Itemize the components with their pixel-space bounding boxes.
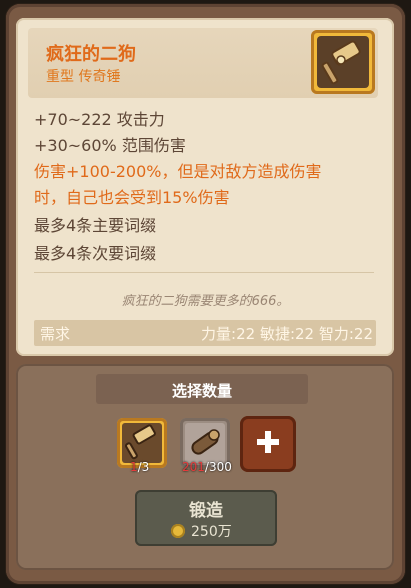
log-material-icon [185,423,225,463]
item-icon-frame[interactable] [311,30,375,94]
slot2-count: 201/300 [182,460,232,474]
stat-area-damage: +30~60% 范围伤害 [34,136,186,155]
forge-button-label: 锻造 [189,501,223,521]
select-quantity-label: 选择数量 [171,382,232,400]
item-name: 疯狂的二狗 [46,44,136,65]
stat-primary-affixes: 最多4条主要词缀 [34,216,157,235]
stat-special-line-2: 时，自己也会受到15%伤害 [34,188,230,207]
slot1-count: 1/3 [130,460,150,474]
item-type: 重型 传奇锤 [46,69,121,85]
forge-cost: 250万 [171,521,232,541]
plus-icon [255,429,281,459]
add-material-button[interactable] [240,416,296,472]
stat-secondary-affixes: 最多4条次要词缀 [34,244,157,263]
stat-attack: +70~222 攻击力 [34,110,165,129]
requirement-label: 需求 [40,325,71,343]
stat-special-line-1: 伤害+100-200%，但是对敌方造成伤害 [34,162,322,181]
hammer-material-icon [122,423,162,463]
forge-cost-value: 250万 [191,524,232,540]
flavor-text: 疯狂的二狗需要更多的666。 [121,294,290,309]
gold-coin-icon [171,524,185,538]
legendary-hammer-icon [317,36,369,88]
divider [34,272,374,273]
requirement-values: 力量:22 敏捷:22 智力:22 [201,325,373,343]
